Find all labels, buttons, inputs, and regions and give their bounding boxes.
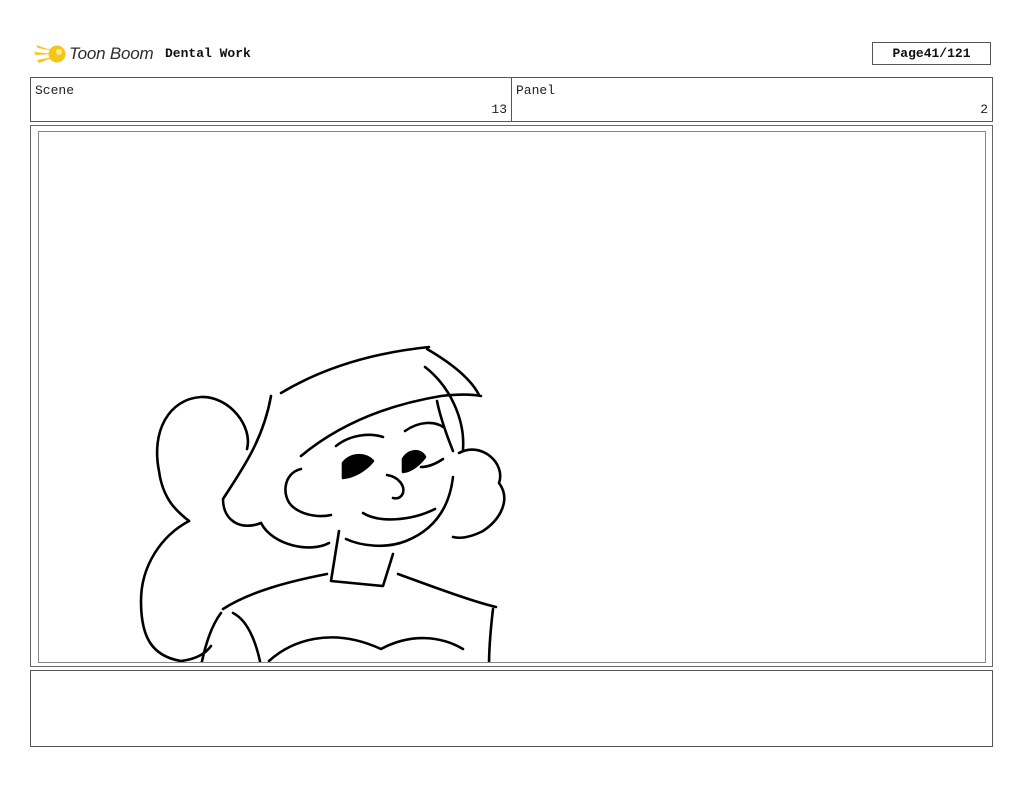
torso-left-stroke bbox=[200, 611, 223, 662]
hair-top-stroke bbox=[279, 345, 431, 395]
hair-side-stroke bbox=[221, 394, 273, 528]
hair-strand-stroke bbox=[423, 365, 465, 451]
face-left-stroke bbox=[284, 467, 333, 518]
cheek-right-stroke bbox=[344, 475, 455, 548]
mouth-stroke bbox=[361, 507, 437, 521]
hair-bottom-stroke bbox=[259, 521, 331, 549]
shoulder-left-stroke bbox=[221, 572, 329, 611]
right-eye-stroke bbox=[401, 449, 427, 474]
panel-cell: Panel 2 bbox=[511, 78, 992, 121]
page-label: Page bbox=[892, 46, 924, 61]
page-indicator: Page 41/121 bbox=[872, 42, 991, 65]
ponytail-lower-stroke bbox=[139, 519, 213, 662]
torso-right-stroke bbox=[487, 607, 495, 662]
panel-label: Panel bbox=[516, 83, 556, 98]
ponytail-stroke bbox=[155, 395, 250, 523]
scene-panel-info: Scene 13 Panel 2 bbox=[30, 77, 993, 122]
shoulder-right-stroke bbox=[396, 572, 498, 609]
neck-left-stroke bbox=[329, 529, 395, 588]
hair-bun-right-stroke bbox=[451, 448, 506, 540]
project-title: Dental Work bbox=[165, 46, 251, 61]
scene-cell: Scene 13 bbox=[31, 78, 511, 121]
nose-stroke bbox=[385, 473, 405, 500]
panel-notes[interactable] bbox=[30, 670, 993, 747]
storyboard-sketch bbox=[139, 345, 506, 662]
scene-number: 13 bbox=[491, 102, 507, 117]
left-eye-stroke bbox=[341, 453, 375, 480]
panel-frame bbox=[38, 131, 986, 663]
neckline-stroke bbox=[267, 636, 465, 662]
left-eyebrow-stroke bbox=[334, 433, 385, 448]
toon-boom-logo: Toon Boom bbox=[34, 38, 154, 70]
right-eye-lower-stroke bbox=[419, 457, 445, 469]
panel-number: 2 bbox=[980, 102, 988, 117]
page-number: 41/121 bbox=[923, 46, 971, 61]
right-eyebrow-stroke bbox=[403, 421, 445, 433]
hair-crown-stroke bbox=[425, 347, 481, 397]
scene-label: Scene bbox=[35, 83, 75, 98]
logo-text: Toon Boom bbox=[69, 44, 154, 63]
toon-boom-logo-icon bbox=[34, 45, 66, 63]
torso-sleeve-left-stroke bbox=[231, 611, 262, 662]
